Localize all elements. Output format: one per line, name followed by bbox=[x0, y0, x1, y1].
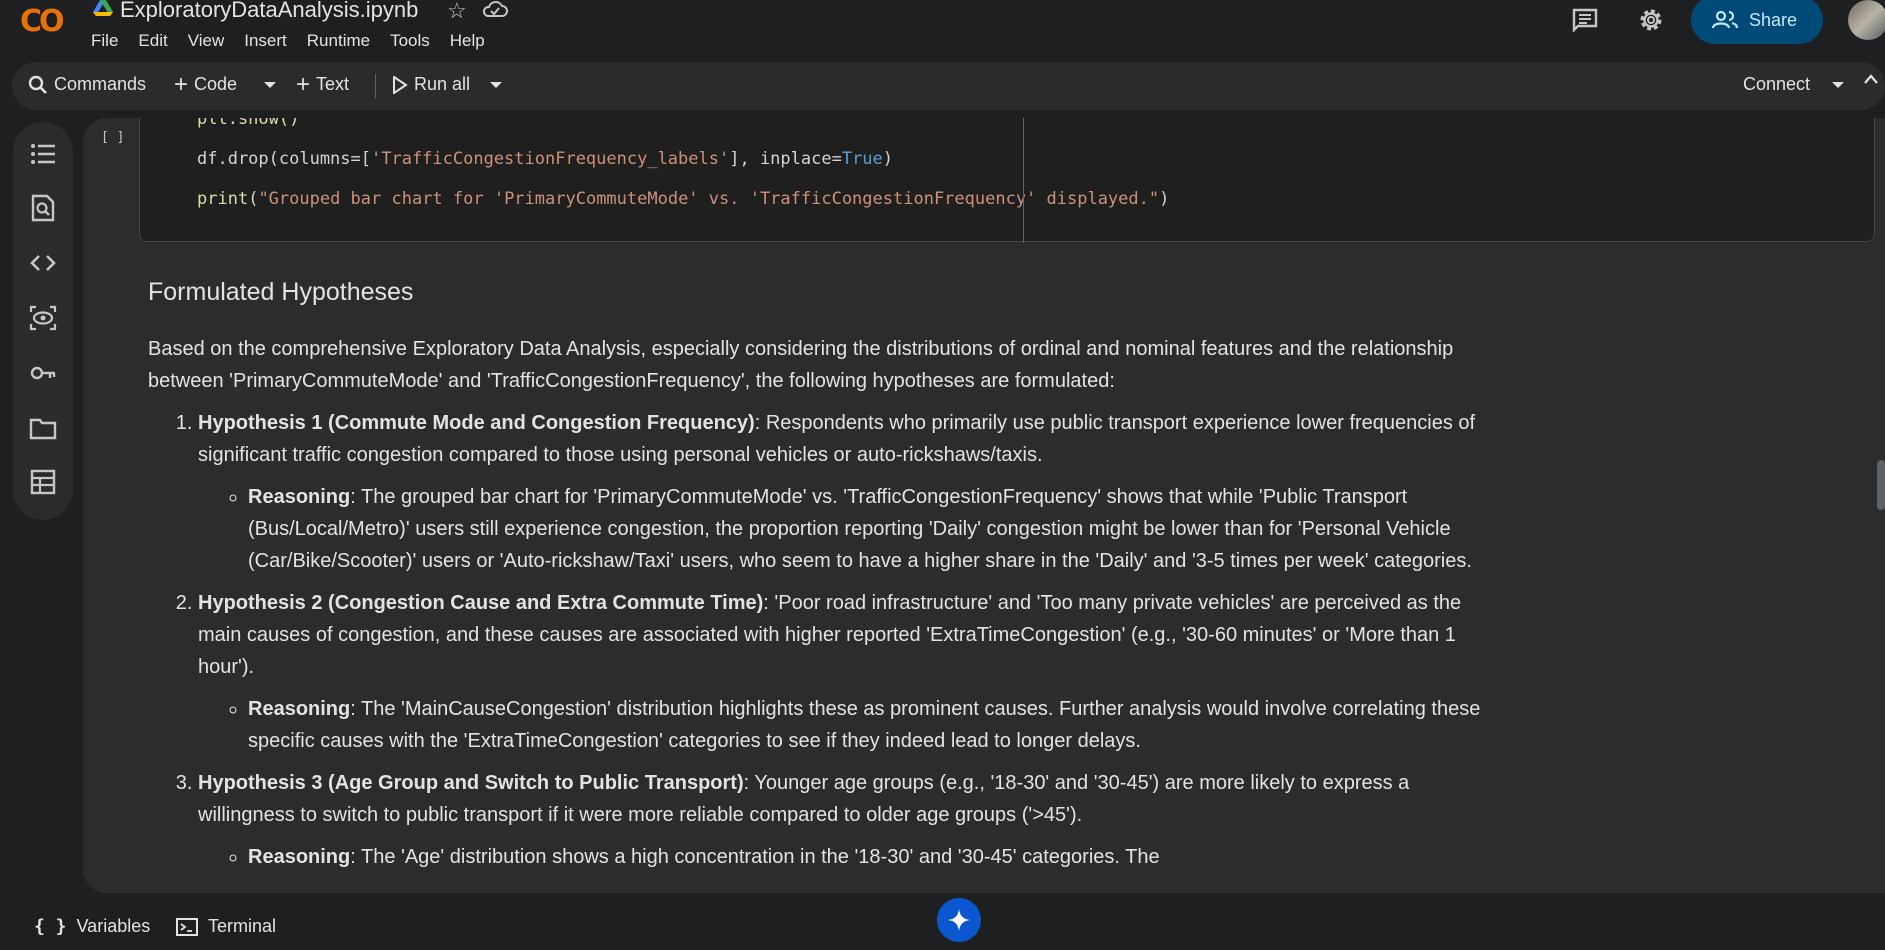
code-snippets-icon[interactable] bbox=[29, 249, 57, 277]
play-icon bbox=[393, 75, 408, 94]
braces-icon: { } bbox=[34, 916, 67, 937]
code-token: df.drop(columns=[ bbox=[197, 149, 371, 169]
commands-label: Commands bbox=[54, 74, 147, 94]
reasoning-item: Reasoning: The 'Age' distribution shows … bbox=[248, 841, 1488, 873]
code-cell[interactable]: plt.show() df.drop(columns=['TrafficCong… bbox=[139, 118, 1875, 243]
code-token: ], inplace= bbox=[729, 149, 842, 169]
connect-dropdown-chevron-icon[interactable] bbox=[1832, 82, 1844, 88]
code-token-string: "Grouped bar chart for 'PrimaryCommuteMo… bbox=[258, 189, 1160, 209]
add-code-button[interactable]: + Code bbox=[174, 70, 238, 98]
menu-help[interactable]: Help bbox=[450, 31, 485, 51]
text-label: Text bbox=[316, 74, 350, 94]
star-icon[interactable]: ☆ bbox=[447, 0, 467, 24]
hypothesis-item: Hypothesis 1 (Commute Mode and Congestio… bbox=[198, 407, 1488, 577]
markdown-intro: Based on the comprehensive Exploratory D… bbox=[148, 338, 1454, 392]
menu-tools[interactable]: Tools bbox=[390, 31, 430, 51]
notebook-main: [ ] plt.show() df.drop(columns=['Traffic… bbox=[83, 118, 1885, 893]
gemini-sparkle-icon bbox=[948, 909, 970, 931]
terminal-button[interactable]: Terminal bbox=[176, 916, 276, 937]
code-line-partial: plt.show() bbox=[197, 118, 300, 129]
toolbar-divider bbox=[375, 74, 376, 98]
data-table-icon[interactable] bbox=[29, 468, 57, 496]
reasoning-list: Reasoning: The 'Age' distribution shows … bbox=[248, 841, 1488, 873]
code-token-string: 'TrafficCongestionFrequency_labels' bbox=[371, 149, 730, 169]
code-token: ( bbox=[248, 189, 259, 209]
reasoning-label: Reasoning bbox=[248, 486, 351, 508]
reasoning-item: Reasoning: The grouped bar chart for 'Pr… bbox=[248, 481, 1488, 577]
cloud-saved-icon[interactable] bbox=[482, 0, 508, 18]
search-icon bbox=[28, 75, 47, 94]
variable-inspector-icon[interactable] bbox=[29, 304, 57, 332]
ruler-line bbox=[1023, 118, 1024, 243]
menu-bar: File Edit View Insert Runtime Tools Help bbox=[91, 31, 505, 51]
settings-gear-icon[interactable] bbox=[1637, 6, 1665, 34]
reasoning-item: Reasoning: The 'MainCauseCongestion' dis… bbox=[248, 693, 1488, 757]
logo-letter-o: O bbox=[39, 4, 64, 39]
share-label: Share bbox=[1749, 9, 1798, 30]
add-text-button[interactable]: + Text bbox=[296, 70, 350, 98]
variables-label: Variables bbox=[76, 916, 151, 936]
plus-icon: + bbox=[296, 70, 311, 98]
variables-button[interactable]: { } Variables bbox=[34, 916, 150, 937]
reasoning-list: Reasoning: The grouped bar chart for 'Pr… bbox=[248, 481, 1488, 577]
top-bar: CO ExploratoryDataAnalysis.ipynb ☆ File … bbox=[0, 0, 1885, 60]
connect-label: Connect bbox=[1743, 74, 1811, 94]
hypothesis-item: Hypothesis 2 (Congestion Cause and Extra… bbox=[198, 587, 1488, 757]
menu-insert[interactable]: Insert bbox=[244, 31, 287, 51]
reasoning-label: Reasoning bbox=[248, 846, 351, 868]
people-icon bbox=[1711, 10, 1739, 29]
user-avatar[interactable] bbox=[1848, 0, 1885, 40]
run-all-dropdown-chevron-icon[interactable] bbox=[490, 82, 502, 88]
secrets-key-icon[interactable] bbox=[29, 359, 57, 387]
logo-letter-c: C bbox=[20, 4, 42, 39]
scrollbar-thumb[interactable] bbox=[1877, 460, 1885, 510]
reasoning-list: Reasoning: The 'MainCauseCongestion' dis… bbox=[248, 693, 1488, 757]
menu-view[interactable]: View bbox=[188, 31, 225, 51]
markdown-heading: Formulated Hypotheses bbox=[148, 278, 414, 306]
files-folder-icon[interactable] bbox=[29, 414, 57, 442]
collapse-chevron-up-icon[interactable] bbox=[1864, 74, 1878, 84]
run-all-label: Run all bbox=[414, 74, 471, 94]
plus-icon: + bbox=[174, 70, 189, 98]
terminal-label: Terminal bbox=[208, 916, 277, 936]
code-token: ) bbox=[1159, 189, 1170, 209]
code-label: Code bbox=[194, 74, 238, 94]
hypothesis-title: Hypothesis 3 (Age Group and Switch to Pu… bbox=[198, 772, 744, 794]
hypotheses-list: Hypothesis 1 (Commute Mode and Congestio… bbox=[198, 407, 1488, 873]
google-drive-icon bbox=[93, 0, 113, 16]
notebook-title[interactable]: ExploratoryDataAnalysis.ipynb bbox=[120, 0, 418, 23]
code-token: ) bbox=[882, 149, 894, 169]
menu-runtime[interactable]: Runtime bbox=[307, 31, 370, 51]
connect-button[interactable]: Connect bbox=[1743, 74, 1810, 95]
find-in-page-icon[interactable] bbox=[29, 194, 57, 222]
reasoning-label: Reasoning bbox=[248, 698, 351, 720]
markdown-cell[interactable]: Formulated Hypotheses Based on the compr… bbox=[148, 276, 1488, 883]
commands-button[interactable]: Commands bbox=[28, 74, 146, 95]
reasoning-text: : The 'Age' distribution shows a high co… bbox=[350, 846, 1160, 868]
reasoning-text: : The 'MainCauseCongestion' distribution… bbox=[248, 698, 1481, 752]
table-of-contents-icon[interactable] bbox=[29, 140, 57, 168]
gemini-button[interactable] bbox=[937, 898, 981, 942]
hypothesis-title: Hypothesis 1 (Commute Mode and Congestio… bbox=[198, 412, 755, 434]
code-dropdown-chevron-icon[interactable] bbox=[264, 82, 276, 88]
menu-edit[interactable]: Edit bbox=[138, 31, 167, 51]
reasoning-text: : The grouped bar chart for 'PrimaryComm… bbox=[248, 486, 1472, 572]
left-sidebar bbox=[13, 122, 73, 520]
share-button[interactable]: Share bbox=[1691, 0, 1823, 44]
run-all-button[interactable]: Run all bbox=[392, 74, 470, 95]
cell-execution-count[interactable]: [ ] bbox=[101, 130, 124, 145]
code-token-keyword: True bbox=[841, 149, 883, 169]
hypothesis-item: Hypothesis 3 (Age Group and Switch to Pu… bbox=[198, 767, 1488, 873]
code-line-drop: df.drop(columns=['TrafficCongestionFrequ… bbox=[197, 149, 893, 169]
menu-file[interactable]: File bbox=[91, 31, 118, 51]
hypothesis-title: Hypothesis 2 (Congestion Cause and Extra… bbox=[198, 592, 764, 614]
colab-logo[interactable]: CO bbox=[20, 4, 64, 39]
notebook-toolbar: Commands + Code + Text Run all Connect bbox=[12, 62, 1885, 110]
terminal-icon bbox=[176, 917, 198, 936]
comment-icon[interactable] bbox=[1572, 8, 1598, 32]
code-token-function: print bbox=[197, 189, 249, 209]
